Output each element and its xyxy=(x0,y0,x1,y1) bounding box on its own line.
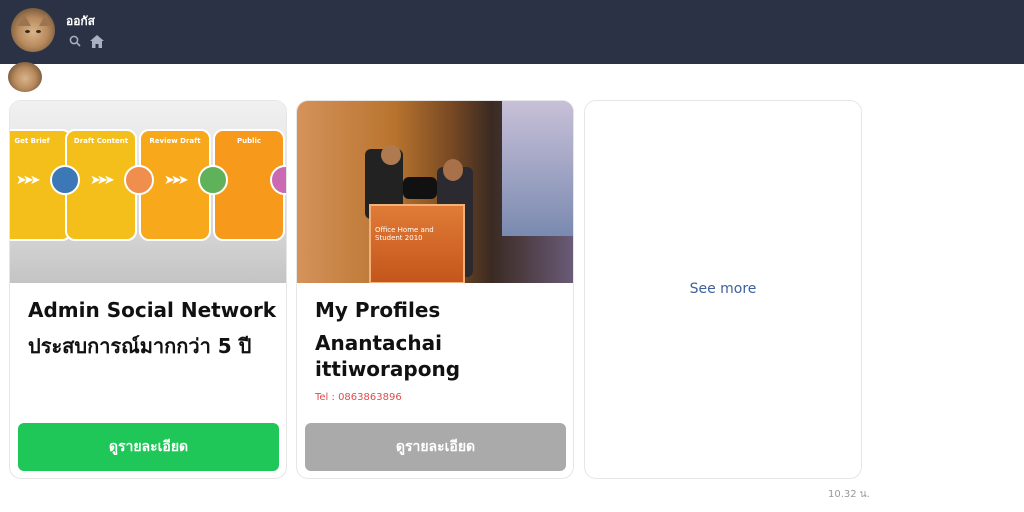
search-icon[interactable] xyxy=(68,34,82,48)
presenter-head-1 xyxy=(381,145,401,165)
view-details-button[interactable]: ดูรายละเอียด xyxy=(305,423,566,471)
see-more-link[interactable]: See more xyxy=(585,281,861,297)
phone-number[interactable]: Tel : 0863863896 xyxy=(315,392,402,403)
flow-step-2-title: Draft Content xyxy=(73,137,129,145)
carousel-card-admin: Get Brief ➤➤➤ Draft Content ➤➤➤ Review D… xyxy=(9,100,287,479)
card-title: My Profiles xyxy=(315,298,441,322)
flow-circle-4 xyxy=(198,165,228,195)
header-actions xyxy=(68,34,104,48)
chat-header: ออกัส xyxy=(0,0,1024,64)
arrow-icon: ➤➤➤ xyxy=(16,173,41,188)
chat-title: ออกัส xyxy=(66,14,96,28)
card-image-presentation: Office Home and Student 2010 xyxy=(297,101,573,283)
cat-eye-right xyxy=(36,30,41,33)
laptop xyxy=(403,177,437,199)
presenter-head-2 xyxy=(443,159,463,181)
podium-text: Office Home and Student 2010 xyxy=(375,226,434,242)
flow-circle-3 xyxy=(124,165,154,195)
arrow-icon: ➤➤➤ xyxy=(90,173,115,188)
presentation-screen xyxy=(502,101,573,236)
card-name-last: ittiworapong xyxy=(315,357,461,381)
home-icon[interactable] xyxy=(90,34,104,48)
sender-avatar[interactable] xyxy=(8,62,42,92)
flow-circle-2 xyxy=(50,165,80,195)
card-image-workflow: Get Brief ➤➤➤ Draft Content ➤➤➤ Review D… xyxy=(10,101,286,283)
cat-ear-left xyxy=(17,14,31,26)
message-timestamp: 10.32 น. xyxy=(828,489,870,500)
card-subtitle: ประสบการณ์มากกว่า 5 ปี xyxy=(28,334,252,358)
flow-step-1-title: Get Brief xyxy=(14,137,50,145)
flow-step-3-title: Review Draft xyxy=(149,137,201,145)
cat-ear-right xyxy=(39,14,53,26)
view-details-button[interactable]: ดูรายละเอียด xyxy=(18,423,279,471)
card-title: Admin Social Network xyxy=(28,298,277,322)
card-name-first: Anantachai xyxy=(315,331,442,355)
podium: Office Home and Student 2010 xyxy=(369,204,465,283)
arrow-icon: ➤➤➤ xyxy=(164,173,189,188)
carousel-card-see-more[interactable]: See more xyxy=(584,100,862,479)
carousel-card-profile: Office Home and Student 2010 My Profiles… xyxy=(296,100,574,479)
contact-avatar[interactable] xyxy=(11,8,55,52)
cat-eye-left xyxy=(25,30,30,33)
flow-step-4-title: Public xyxy=(236,137,262,145)
